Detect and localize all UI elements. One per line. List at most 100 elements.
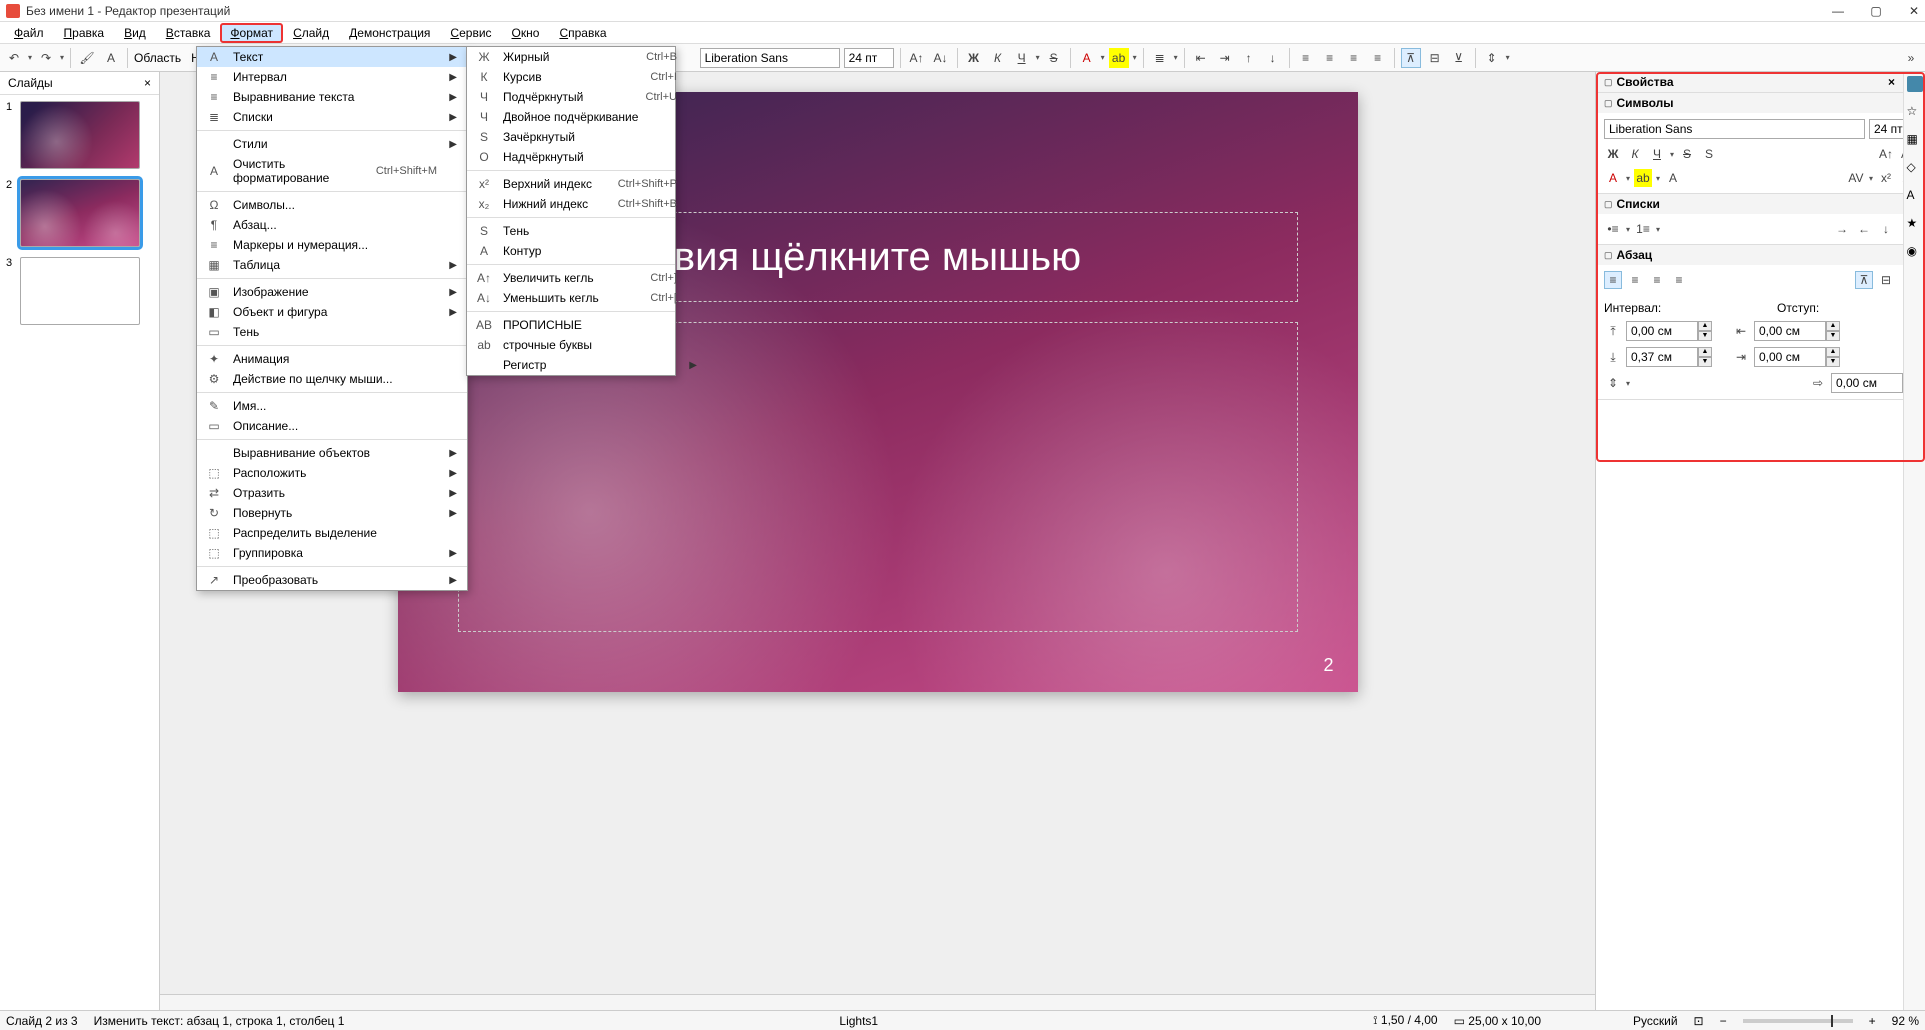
p-align-justify[interactable]: ≡: [1670, 271, 1688, 289]
format-menu-item-23[interactable]: Выравнивание объектов▶: [197, 443, 467, 463]
text-submenu-item-14[interactable]: A↓Уменьшить кегльCtrl+[: [467, 288, 707, 308]
sym-highlight[interactable]: ab: [1634, 169, 1652, 187]
text-submenu-item-4[interactable]: SЗачёркнутый: [467, 127, 707, 147]
menu-правка[interactable]: Правка: [54, 24, 115, 42]
strike-button[interactable]: S: [1044, 48, 1064, 68]
bold-button[interactable]: Ж: [964, 48, 984, 68]
menu-окно[interactable]: Окно: [502, 24, 550, 42]
underline-button[interactable]: Ч: [1012, 48, 1032, 68]
sym-underline[interactable]: Ч: [1648, 145, 1666, 163]
italic-button[interactable]: К: [988, 48, 1008, 68]
valign-top-button[interactable]: ⊼: [1401, 48, 1421, 68]
text-submenu-item-5[interactable]: OНадчёркнутый: [467, 147, 707, 167]
text-submenu-item-10[interactable]: SТень: [467, 221, 707, 241]
ind-before-input[interactable]: [1754, 321, 1826, 341]
format-menu-item-14[interactable]: ◧Объект и фигура▶: [197, 302, 467, 322]
symbols-font-name[interactable]: [1604, 119, 1865, 139]
bullets-button[interactable]: ≣: [1150, 48, 1170, 68]
highlight-button[interactable]: ab: [1109, 48, 1129, 68]
text-submenu-item-3[interactable]: ЧДвойное подчёркивание: [467, 107, 707, 127]
zoom-out-button[interactable]: −: [1720, 1014, 1727, 1028]
text-submenu-item-16[interactable]: ABПРОПИСНЫЕ: [467, 315, 707, 335]
p-align-right[interactable]: ≡: [1648, 271, 1666, 289]
format-menu-item-15[interactable]: ▭Тень: [197, 322, 467, 342]
tab-properties-icon[interactable]: [1907, 76, 1923, 92]
p-valign-top[interactable]: ⊼: [1855, 271, 1873, 289]
format-menu-item-5[interactable]: Стили▶: [197, 134, 467, 154]
redo-button[interactable]: ↷: [36, 48, 56, 68]
toolbar-overflow[interactable]: »: [1901, 48, 1921, 68]
sym-strike[interactable]: S: [1678, 145, 1696, 163]
decrease-font-icon[interactable]: A↓: [931, 48, 951, 68]
align-right-button[interactable]: ≡: [1344, 48, 1364, 68]
align-center-button[interactable]: ≡: [1320, 48, 1340, 68]
format-menu-item-3[interactable]: ≣Списки▶: [197, 107, 467, 127]
p-align-left[interactable]: ≡: [1604, 271, 1622, 289]
menu-вставка[interactable]: Вставка: [156, 24, 221, 42]
valign-bot-button[interactable]: ⊻: [1449, 48, 1469, 68]
ind-after-input[interactable]: [1754, 347, 1826, 367]
text-submenu-item-18[interactable]: Регистр▶: [467, 355, 707, 375]
minimize-button[interactable]: —: [1831, 4, 1845, 18]
list-demote[interactable]: →: [1833, 220, 1851, 238]
ind-first-input[interactable]: [1831, 373, 1903, 393]
valign-mid-button[interactable]: ⊟: [1425, 48, 1445, 68]
align-justify-button[interactable]: ≡: [1368, 48, 1388, 68]
align-left-button[interactable]: ≡: [1296, 48, 1316, 68]
sym-italic[interactable]: К: [1626, 145, 1644, 163]
zoom-in-button[interactable]: +: [1869, 1014, 1876, 1028]
text-submenu-item-13[interactable]: A↑Увеличить кегльCtrl+]: [467, 268, 707, 288]
menu-справка[interactable]: Справка: [549, 24, 616, 42]
sym-inc-size[interactable]: A↑: [1877, 145, 1895, 163]
clear-format-icon[interactable]: A: [101, 48, 121, 68]
maximize-button[interactable]: ▢: [1869, 4, 1883, 18]
tab-templates-icon[interactable]: ☆: [1907, 104, 1923, 120]
undo-button[interactable]: ↶: [4, 48, 24, 68]
tab-transitions-icon[interactable]: ◉: [1907, 244, 1923, 260]
text-submenu-item-0[interactable]: ЖЖирныйCtrl+B: [467, 47, 707, 67]
list-ordered[interactable]: 1≡: [1634, 220, 1652, 238]
menu-слайд[interactable]: Слайд: [283, 24, 339, 42]
slide-thumb-1[interactable]: 1: [6, 101, 153, 169]
sym-shadow[interactable]: S: [1700, 145, 1718, 163]
brush-icon[interactable]: 🖌: [77, 48, 97, 68]
text-submenu-item-8[interactable]: x₂Нижний индексCtrl+Shift+B: [467, 194, 707, 214]
format-menu-item-25[interactable]: ⇄Отразить▶: [197, 483, 467, 503]
format-menu-item-0[interactable]: AТекст▶: [197, 47, 467, 67]
font-size-input[interactable]: [844, 48, 894, 68]
p-align-center[interactable]: ≡: [1626, 271, 1644, 289]
format-menu-item-10[interactable]: ≡Маркеры и нумерация...: [197, 235, 467, 255]
format-menu-item-21[interactable]: ▭Описание...: [197, 416, 467, 436]
menu-демонстрация[interactable]: Демонстрация: [339, 24, 440, 42]
format-menu-item-1[interactable]: ≡Интервал▶: [197, 67, 467, 87]
indent-button[interactable]: ⇥: [1215, 48, 1235, 68]
sym-superscript[interactable]: x²: [1877, 169, 1895, 187]
text-submenu-item-2[interactable]: ЧПодчёркнутыйCtrl+U: [467, 87, 707, 107]
sym-font-color[interactable]: A: [1604, 169, 1622, 187]
slides-panel-close[interactable]: ×: [144, 76, 151, 90]
movedown-button[interactable]: ↓: [1263, 48, 1283, 68]
format-menu-item-28[interactable]: ⬚Группировка▶: [197, 543, 467, 563]
sym-clear[interactable]: A: [1664, 169, 1682, 187]
font-color-button[interactable]: A: [1077, 48, 1097, 68]
menu-вид[interactable]: Вид: [114, 24, 156, 42]
p-valign-mid[interactable]: ⊟: [1877, 271, 1895, 289]
format-menu-item-9[interactable]: ¶Абзац...: [197, 215, 467, 235]
outdent-button[interactable]: ⇤: [1191, 48, 1211, 68]
status-zoom[interactable]: 92 %: [1892, 1014, 1919, 1028]
format-menu-item-6[interactable]: AОчистить форматированиеCtrl+Shift+M: [197, 154, 467, 188]
format-menu-item-13[interactable]: ▣Изображение▶: [197, 282, 467, 302]
format-menu-item-27[interactable]: ⬚Распределить выделение: [197, 523, 467, 543]
zoom-fit-icon[interactable]: ⊡: [1694, 1014, 1704, 1028]
list-movedown[interactable]: ↓: [1877, 220, 1895, 238]
menu-формат[interactable]: Формат: [220, 23, 283, 43]
format-menu-item-17[interactable]: ✦Анимация: [197, 349, 467, 369]
format-menu-item-24[interactable]: ⬚Расположить▶: [197, 463, 467, 483]
sp-before-input[interactable]: [1626, 321, 1698, 341]
slide-thumb-2[interactable]: 2: [6, 179, 153, 247]
tab-animation-icon[interactable]: ★: [1907, 216, 1923, 232]
text-submenu-item-1[interactable]: ККурсивCtrl+I: [467, 67, 707, 87]
line-spacing-button[interactable]: ⇕: [1482, 48, 1502, 68]
font-name-input[interactable]: [700, 48, 840, 68]
props-close-icon[interactable]: ×: [1888, 75, 1895, 89]
